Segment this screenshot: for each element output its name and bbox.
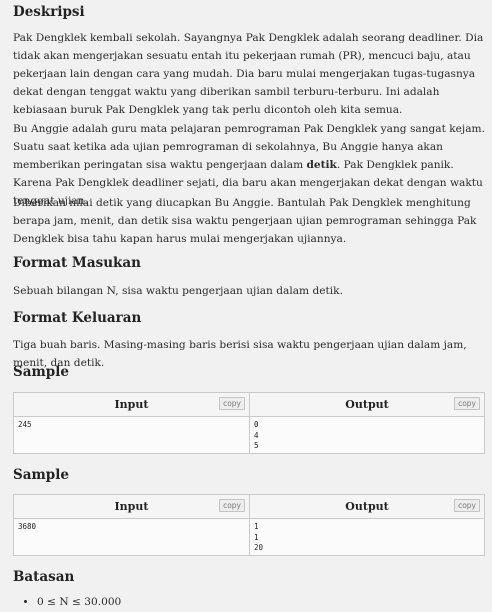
sample-output-header: Output copy [250, 393, 484, 416]
sample-input-header: Input copy [14, 495, 250, 518]
constraint-item: 0 ≤ N ≤ 30.000 [37, 594, 121, 610]
format-keluaran-text: Tiga buah baris. Masing-masing baris ber… [13, 339, 467, 369]
sample-input-content: 245 [18, 420, 32, 429]
sample-input-content: 3680 [18, 522, 37, 531]
sample-output-content: 1 1 20 [254, 522, 264, 552]
copy-input-button[interactable]: copy [219, 499, 245, 512]
sample-output-header: Output copy [250, 495, 484, 518]
description-paragraph-1: Pak Dengklek kembali sekolah. Sayangnya … [13, 32, 484, 116]
heading-sample-1: Sample [13, 364, 69, 380]
sample-input-header: Input copy [14, 393, 250, 416]
heading-batasan: Batasan [13, 569, 75, 585]
format-masukan-text: Sebuah bilangan N, sisa waktu pengerjaan… [13, 285, 343, 297]
heading-sample-2: Sample [13, 467, 69, 483]
constraints-list: 0 ≤ N ≤ 30.000 [13, 594, 121, 610]
problem-statement: Deskripsi Pak Dengklek kembali sekolah. … [0, 0, 492, 612]
copy-output-button[interactable]: copy [454, 397, 480, 410]
heading-format-keluaran: Format Keluaran [13, 310, 142, 326]
heading-deskripsi: Deskripsi [13, 4, 85, 20]
copy-input-button[interactable]: copy [219, 397, 245, 410]
sample-table-1: Input copy Output copy 245 0 4 5 [13, 392, 485, 454]
sample-output-content: 0 4 5 [254, 420, 259, 450]
emphasis-detik: detik [306, 159, 337, 171]
copy-output-button[interactable]: copy [454, 499, 480, 512]
description-paragraph-3: Diberikan nilai detik yang diucapkan Bu … [13, 197, 477, 245]
heading-format-masukan: Format Masukan [13, 255, 141, 271]
sample-table-2: Input copy Output copy 3680 1 1 20 [13, 494, 485, 556]
